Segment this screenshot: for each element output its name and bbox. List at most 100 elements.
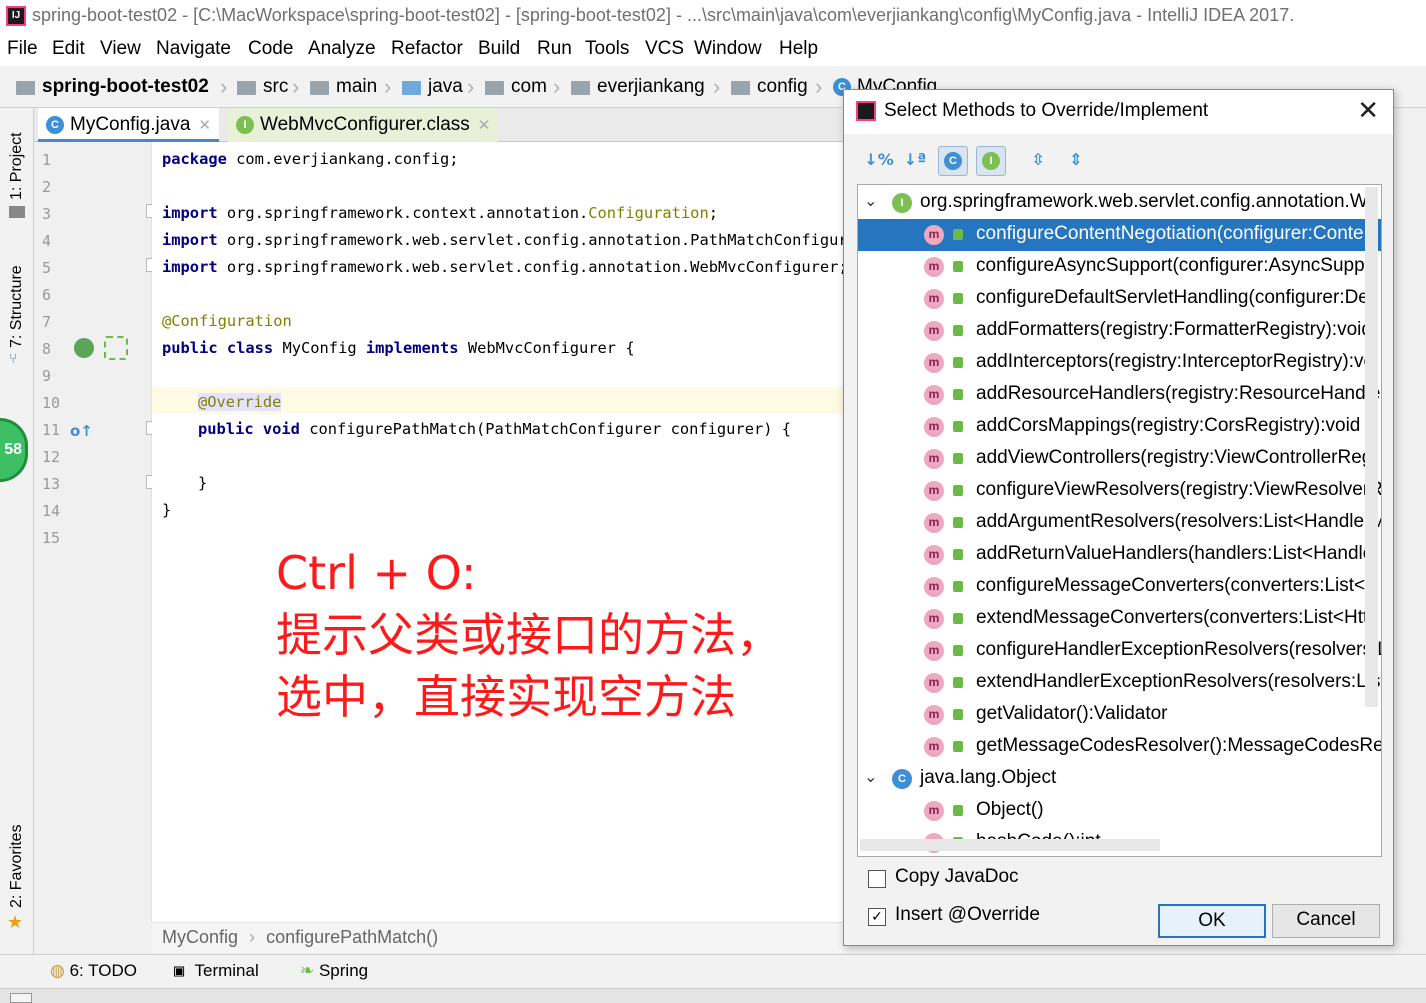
method-icon: m	[924, 321, 944, 341]
line-number: 8	[42, 340, 52, 358]
line-number: 4	[42, 232, 52, 250]
status-toggle-icon[interactable]	[10, 993, 32, 1003]
method-icon: m	[924, 577, 944, 597]
spring-tool-tab[interactable]: ❧ Spring	[300, 961, 368, 981]
menu-code[interactable]: Code	[248, 38, 293, 60]
menu-view[interactable]: View	[100, 38, 141, 60]
copy-javadoc-checkbox[interactable]	[868, 870, 886, 888]
menu-edit[interactable]: Edit	[52, 38, 85, 60]
menu-refactor[interactable]: Refactor	[391, 38, 463, 60]
chevron-down-icon[interactable]: ⌄	[864, 767, 877, 786]
crumb-project[interactable]: spring-boot-test02	[42, 76, 209, 98]
tab-webmvcconfigurer-class[interactable]: I WebMvcConfigurer.class ✕	[228, 108, 499, 142]
crumb-everjiankang[interactable]: everjiankang	[597, 76, 705, 98]
tree-group[interactable]: ⌄ I org.springframework.web.servlet.conf…	[858, 187, 1381, 219]
class-icon: C	[46, 116, 64, 134]
method-item[interactable]: m addInterceptors(registry:InterceptorReg…	[858, 347, 1381, 379]
method-item[interactable]: m configureMessageConverters(converters:L…	[858, 571, 1381, 603]
method-item[interactable]: m getValidator():Validator	[858, 699, 1381, 731]
method-icon: m	[924, 641, 944, 661]
close-icon[interactable]: ✕	[478, 117, 491, 134]
insert-override-checkbox[interactable]: ✓	[868, 908, 886, 926]
project-tool-tab[interactable]: 1: Project	[8, 132, 26, 200]
close-icon[interactable]: ✕	[198, 117, 211, 134]
vertical-scrollbar[interactable]	[1365, 187, 1378, 707]
public-visibility-icon	[953, 517, 963, 528]
crumb-config[interactable]: config	[757, 76, 808, 98]
menu-bar: File Edit View Navigate Code Analyze Ref…	[0, 34, 1426, 66]
menu-build[interactable]: Build	[478, 38, 520, 60]
project-folder-icon	[16, 81, 35, 95]
public-visibility-icon	[953, 581, 963, 592]
crumb-src[interactable]: src	[263, 76, 288, 98]
method-item[interactable]: m addReturnValueHandlers(handlers:List<Ha…	[858, 539, 1381, 571]
line-number: 2	[42, 178, 52, 196]
code-editor[interactable]: package com.everjiankang.config; import …	[152, 142, 866, 922]
editor-crumb-class[interactable]: MyConfig	[162, 927, 238, 947]
method-tree[interactable]: ⌄ I org.springframework.web.servlet.conf…	[857, 184, 1382, 857]
close-icon[interactable]: ✕	[1357, 96, 1379, 126]
crumb-main[interactable]: main	[336, 76, 377, 98]
sort-alphabetically-icon[interactable]: ↓ª	[900, 146, 930, 176]
method-icon: m	[924, 225, 944, 245]
crumb-java[interactable]: java	[428, 76, 463, 98]
public-visibility-icon	[953, 485, 963, 496]
code-line-14: }	[162, 501, 172, 519]
method-item[interactable]: m addCorsMappings(registry:CorsRegistry):…	[858, 411, 1381, 443]
method-item[interactable]: m addResourceHandlers(registry:ResourceHa…	[858, 379, 1381, 411]
editor-crumb-method[interactable]: configurePathMatch()	[266, 927, 438, 947]
show-classes-icon[interactable]: C	[938, 146, 968, 176]
method-item[interactable]: m addArgumentResolvers(resolvers:List<Han…	[858, 507, 1381, 539]
interface-icon: I	[892, 193, 912, 213]
ok-button[interactable]: OK	[1158, 904, 1266, 938]
menu-window[interactable]: Window	[694, 38, 762, 60]
crumb-com[interactable]: com	[511, 76, 547, 98]
editor-tab-bar: C MyConfig.java ✕ I WebMvcConfigurer.class ✕	[34, 108, 844, 142]
cancel-button[interactable]: Cancel	[1272, 904, 1380, 938]
method-item[interactable]: m extendHandlerExceptionResolvers(resolve…	[858, 667, 1381, 699]
method-item[interactable]: m addFormatters(registry:FormatterRegistr…	[858, 315, 1381, 347]
insert-override-label[interactable]: Insert @Override	[895, 904, 1040, 926]
menu-tools[interactable]: Tools	[585, 38, 629, 60]
method-item[interactable]: m Object()	[858, 795, 1381, 827]
terminal-tool-tab[interactable]: ▣ Terminal	[174, 961, 259, 981]
chevron-down-icon[interactable]: ⌄	[864, 191, 877, 210]
menu-analyze[interactable]: Analyze	[308, 38, 376, 60]
tree-group[interactable]: ⌄ C java.lang.Object	[858, 763, 1381, 795]
code-line-5: import org.springframework.web.servlet.c…	[162, 258, 848, 276]
todo-tool-tab[interactable]: ◍ 6: TODO	[50, 961, 137, 981]
crumb-separator: ›	[220, 74, 228, 99]
tab-myconfig-java[interactable]: C MyConfig.java ✕	[38, 108, 219, 142]
menu-run[interactable]: Run	[537, 38, 572, 60]
favorites-tool-tab[interactable]: 2: Favorites	[8, 824, 26, 908]
method-item[interactable]: m addViewControllers(registry:ViewControl…	[858, 443, 1381, 475]
sort-by-visibility-icon[interactable]: ↓%	[864, 146, 894, 176]
structure-icon: ⑂	[9, 351, 18, 367]
menu-navigate[interactable]: Navigate	[156, 38, 231, 60]
method-item[interactable]: m configureAsyncSupport(configurer:AsyncS…	[858, 251, 1381, 283]
show-interfaces-icon[interactable]: I	[976, 146, 1006, 176]
method-item[interactable]: m configureContentNegotiation(configurer:…	[858, 219, 1381, 251]
menu-file[interactable]: File	[7, 38, 38, 60]
structure-tool-tab[interactable]: 7: Structure	[8, 265, 26, 348]
spring-bean-icon[interactable]	[74, 338, 94, 358]
line-number: 12	[42, 448, 61, 466]
method-item[interactable]: m configureHandlerExceptionResolvers(reso…	[858, 635, 1381, 667]
spring-config-icon[interactable]	[104, 336, 128, 360]
menu-vcs[interactable]: VCS	[645, 38, 684, 60]
public-visibility-icon	[953, 709, 963, 720]
method-item[interactable]: m configureViewResolvers(registry:ViewRes…	[858, 475, 1381, 507]
copy-javadoc-label[interactable]: Copy JavaDoc	[895, 866, 1019, 888]
expand-all-icon[interactable]: ⇳	[1023, 146, 1053, 176]
collapse-all-icon[interactable]: ⇕	[1061, 146, 1091, 176]
horizontal-scrollbar[interactable]	[860, 839, 1160, 851]
method-item[interactable]: m configureDefaultServletHandling(configu…	[858, 283, 1381, 315]
menu-help[interactable]: Help	[779, 38, 818, 60]
public-visibility-icon	[953, 357, 963, 368]
interface-icon: I	[236, 116, 254, 134]
public-visibility-icon	[953, 325, 963, 336]
method-icon: m	[924, 481, 944, 501]
method-item[interactable]: m getMessageCodesResolver():MessageCodesR…	[858, 731, 1381, 763]
method-item[interactable]: m extendMessageConverters(converters:List…	[858, 603, 1381, 635]
override-method-icon[interactable]: o↑	[70, 422, 93, 440]
